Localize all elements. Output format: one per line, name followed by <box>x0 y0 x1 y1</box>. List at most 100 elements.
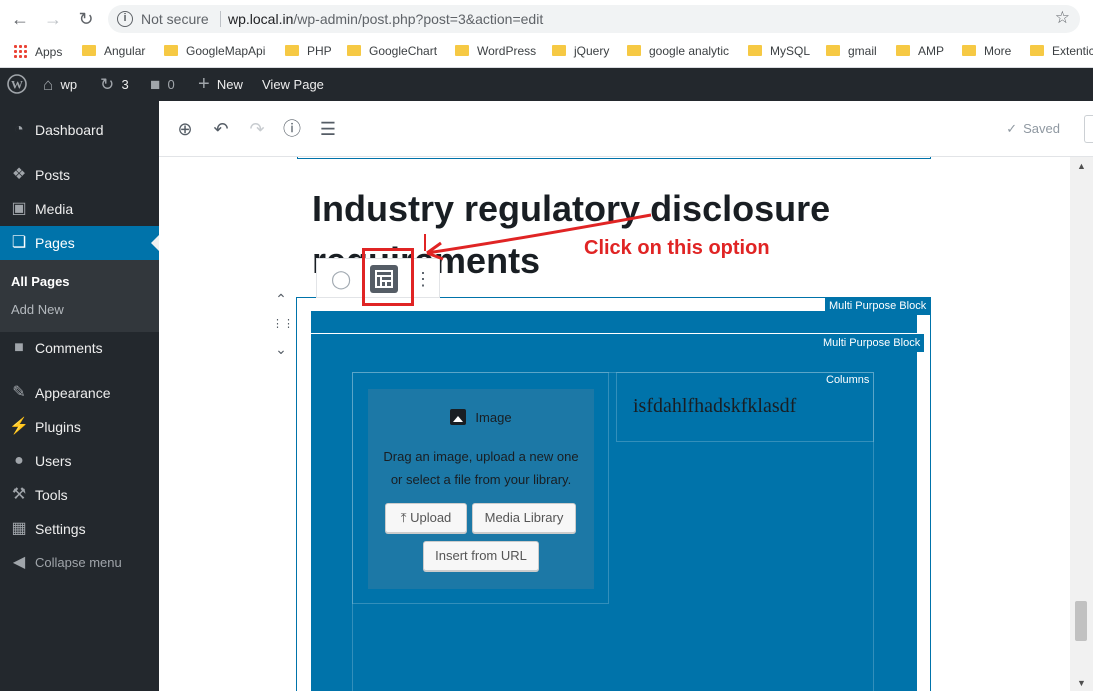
bookmark-label: google analytic <box>649 44 730 58</box>
bookmark-label: GoogleChart <box>369 44 438 58</box>
submenu-all-pages[interactable]: All Pages <box>11 274 70 289</box>
settings-icon: ▦ <box>11 520 27 537</box>
folder-icon <box>627 45 641 56</box>
scrollbar-thumb[interactable] <box>1075 601 1087 641</box>
site-name-link[interactable]: ⌂ wp <box>43 68 77 101</box>
updates-count: 3 <box>121 77 129 92</box>
sidebar-item-dashboard[interactable]: ◔ Dashboard <box>0 113 159 147</box>
url-host: wp.local.in <box>228 11 294 27</box>
folder-icon <box>962 45 976 56</box>
sidebar-item-tools[interactable]: ⚒ Tools <box>0 478 159 512</box>
bookmark-folder[interactable]: More <box>962 44 1011 58</box>
folder-icon <box>455 45 469 56</box>
collapse-menu-button[interactable]: ◀ Collapse menu <box>0 546 159 580</box>
scroll-up-icon[interactable]: ▲ <box>1077 161 1086 171</box>
bookmark-label: jQuery <box>574 44 610 58</box>
info-icon[interactable]: i <box>117 11 133 27</box>
bookmark-folder[interactable]: Extentic <box>1030 44 1093 58</box>
bookmark-label: PHP <box>307 44 332 58</box>
redo-icon[interactable]: ↷ <box>246 118 268 140</box>
sidebar-item-label: Media <box>35 201 74 217</box>
block-navigation-icon[interactable]: ☰ <box>317 118 339 140</box>
bookmark-folder[interactable]: google analytic <box>627 44 729 58</box>
pages-submenu: All Pages Add New <box>0 260 159 332</box>
sidebar-item-pages[interactable]: ❏ Pages <box>0 226 159 260</box>
sidebar-item-media[interactable]: ▣ Media <box>0 192 159 226</box>
sidebar-item-plugins[interactable]: ⚡ Plugins <box>0 410 159 444</box>
brush-icon: ✎ <box>12 384 26 401</box>
address-bar[interactable]: i Not secure wp.local.in/wp-admin/post.p… <box>108 5 1080 33</box>
wp-admin-bar: W ⌂ wp ↻ 3 ■ 0 + New View Page <box>0 68 1093 101</box>
bookmark-folder[interactable]: GoogleMapApi <box>164 44 265 58</box>
sidebar-item-label: Posts <box>35 167 71 183</box>
new-content-link[interactable]: + New <box>198 68 243 101</box>
preview-button-edge[interactable] <box>1084 115 1093 143</box>
wrench-icon: ⚒ <box>11 486 27 503</box>
scroll-down-icon[interactable]: ▼ <box>1077 678 1086 688</box>
url-text[interactable]: wp.local.in/wp-admin/post.php?post=3&act… <box>228 11 543 27</box>
bookmark-label: More <box>984 44 1012 58</box>
comments-link[interactable]: ■ 0 <box>150 68 175 101</box>
bookmark-folder[interactable]: MySQL <box>748 44 810 58</box>
omnibox-separator <box>220 11 221 27</box>
sidebar-item-label: Tools <box>35 487 68 503</box>
bookmark-label: Apps <box>35 45 63 59</box>
sidebar-item-appearance[interactable]: ✎ Appearance <box>0 376 159 410</box>
saved-label: Saved <box>1023 121 1060 136</box>
plugin-icon: ⚡ <box>9 418 29 435</box>
annotation-text: Click on this option <box>584 237 770 259</box>
user-icon: ● <box>14 452 24 469</box>
sidebar-item-settings[interactable]: ▦ Settings <box>0 512 159 546</box>
bookmark-folder[interactable]: WordPress <box>455 44 536 58</box>
sidebar-item-posts[interactable]: ❖ Posts <box>0 158 159 192</box>
editor-scrollbar[interactable]: ▲ ▼ <box>1070 157 1093 691</box>
site-name-label: wp <box>60 77 78 92</box>
bookmark-label: Extentic <box>1052 44 1093 58</box>
updates-icon: ↻ <box>100 75 115 94</box>
updates-link[interactable]: ↻ 3 <box>100 68 129 101</box>
editor-toolbar: ⊕ ↶ ↷ ⓘ ☰ ✓ Saved <box>159 101 1093 157</box>
sidebar-item-label: Dashboard <box>35 122 104 138</box>
bookmark-star-icon[interactable]: ☆ <box>1055 8 1070 28</box>
bookmark-folder[interactable]: gmail <box>826 44 877 58</box>
sidebar-item-users[interactable]: ● Users <box>0 444 159 478</box>
bookmark-apps[interactable]: Apps <box>13 44 62 59</box>
bookmark-folder[interactable]: jQuery <box>552 44 609 58</box>
info-circle-icon[interactable]: ⓘ <box>281 118 303 140</box>
view-page-link[interactable]: View Page <box>262 68 324 101</box>
bookmark-label: Angular <box>104 44 146 58</box>
bookmark-folder[interactable]: AMP <box>896 44 944 58</box>
bookmark-folder[interactable]: GoogleChart <box>347 44 437 58</box>
sidebar-item-comments[interactable]: ■ Comments <box>0 331 159 365</box>
undo-icon[interactable]: ↶ <box>210 118 232 140</box>
back-arrow-icon[interactable]: ← <box>9 8 31 30</box>
submenu-add-new[interactable]: Add New <box>11 302 64 317</box>
sidebar-item-label: Appearance <box>35 385 111 401</box>
bookmark-label: gmail <box>848 44 877 58</box>
wordpress-logo-icon[interactable]: W <box>7 68 27 101</box>
add-block-icon[interactable]: ⊕ <box>174 118 196 140</box>
home-icon: ⌂ <box>43 75 54 94</box>
bookmark-label: WordPress <box>477 44 537 58</box>
forward-arrow-icon[interactable]: → <box>42 8 64 30</box>
comments-count: 0 <box>167 77 175 92</box>
folder-icon <box>552 45 566 56</box>
folder-icon <box>826 45 840 56</box>
folder-icon <box>896 45 910 56</box>
bookmark-label: MySQL <box>770 44 811 58</box>
admin-sidebar: ◔ Dashboard ❖ Posts ▣ Media ❏ Pages All Page… <box>0 101 159 691</box>
comment-icon: ■ <box>14 339 24 356</box>
bookmark-folder[interactable]: PHP <box>285 44 332 58</box>
folder-icon <box>285 45 299 56</box>
svg-text:W: W <box>11 78 23 92</box>
bookmarks-bar: Apps Angular GoogleMapApi PHP GoogleChar… <box>0 38 1093 68</box>
reload-icon[interactable]: ↻ <box>75 8 97 30</box>
new-label: New <box>216 77 243 92</box>
dashboard-icon: ◔ <box>14 121 24 138</box>
sidebar-item-label: Comments <box>35 340 103 356</box>
check-icon: ✓ <box>1006 121 1018 136</box>
not-secure-label: Not secure <box>141 11 209 27</box>
folder-icon <box>347 45 361 56</box>
bookmark-folder[interactable]: Angular <box>82 44 145 58</box>
bookmark-label: AMP <box>918 44 945 58</box>
